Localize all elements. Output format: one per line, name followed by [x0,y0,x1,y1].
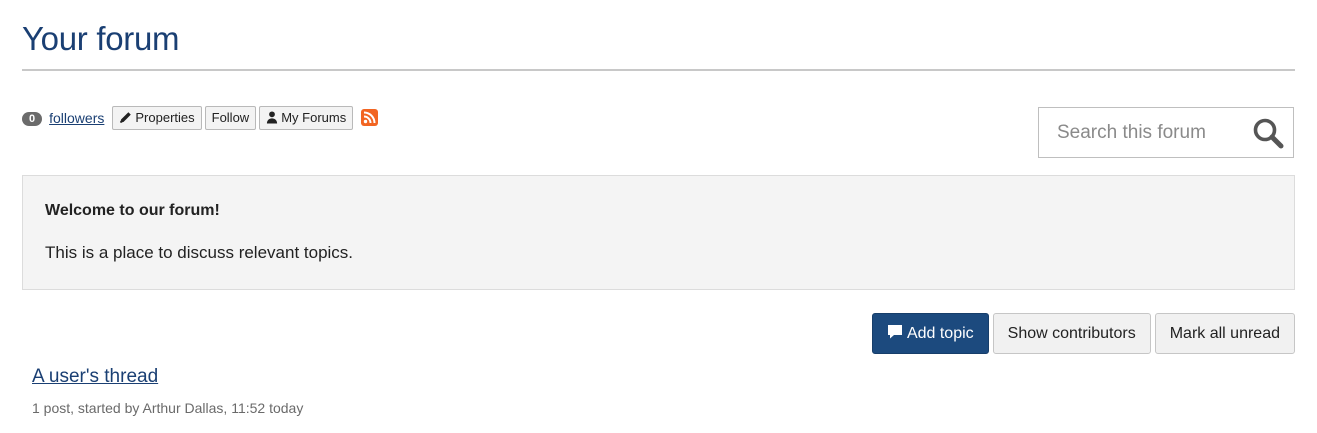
follow-label: Follow [211,110,250,125]
mark-all-unread-label: Mark all unread [1169,324,1280,342]
add-topic-button[interactable]: Add topic [871,313,989,354]
page-title: Your forum [22,20,180,57]
my-forums-label: My Forums [281,110,347,125]
intro-text: This is a place to discuss relevant topi… [45,243,354,262]
title-divider [22,69,1295,71]
pencil-icon [119,111,132,124]
forum-intro: Welcome to our forum! This is a place to… [22,175,1295,290]
thread-meta: 1 post, started by Arthur Dallas, 11:52 … [32,400,304,416]
forum-actions: Add topic Show contributors Mark all unr… [871,313,1295,354]
user-icon [266,111,278,124]
rss-icon[interactable] [361,109,379,126]
thread-title-link[interactable]: A user's thread [32,366,158,388]
forum-toolbar: 0 followers Properties Follow My Forums [22,105,379,130]
properties-button[interactable]: Properties [112,105,202,130]
show-contributors-button[interactable]: Show contributors [992,313,1151,354]
search-box [1038,107,1294,158]
mark-all-unread-button[interactable]: Mark all unread [1154,313,1295,354]
add-topic-label: Add topic [906,324,974,342]
followers-link[interactable]: followers [49,110,104,126]
followers-count-badge: 0 [22,112,43,126]
intro-heading: Welcome to our forum! [45,202,220,219]
follow-button[interactable]: Follow [204,105,257,130]
comment-icon [887,324,903,344]
my-forums-button[interactable]: My Forums [259,105,354,130]
search-input[interactable] [1039,108,1257,157]
show-contributors-label: Show contributors [1007,324,1136,342]
search-icon[interactable] [1251,116,1285,150]
properties-label: Properties [135,110,195,125]
